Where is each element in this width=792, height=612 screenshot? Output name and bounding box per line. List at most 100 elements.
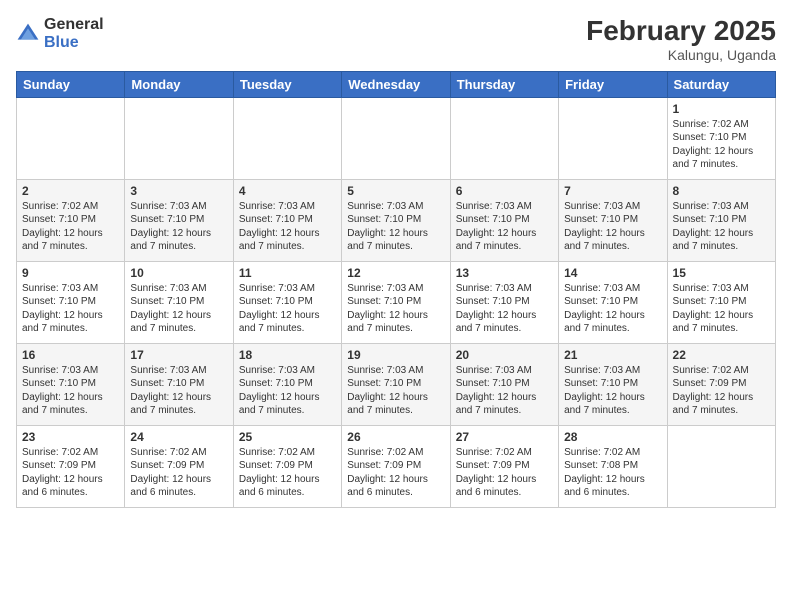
calendar-week-row: 23 Sunrise: 7:02 AM Sunset: 7:09 PM Dayli… <box>17 425 776 507</box>
calendar-day-header: Friday <box>559 71 667 97</box>
calendar-day-header: Tuesday <box>233 71 341 97</box>
day-info: Sunrise: 7:03 AM Sunset: 7:10 PM Dayligh… <box>673 200 770 254</box>
day-info: Sunrise: 7:03 AM Sunset: 7:10 PM Dayligh… <box>239 364 336 418</box>
day-number: 16 <box>22 348 119 362</box>
calendar-day-cell: 11 Sunrise: 7:03 AM Sunset: 7:10 PM Dayli… <box>233 261 341 343</box>
day-info: Sunrise: 7:02 AM Sunset: 7:08 PM Dayligh… <box>564 446 661 500</box>
calendar-day-header: Thursday <box>450 71 558 97</box>
day-info: Sunrise: 7:03 AM Sunset: 7:10 PM Dayligh… <box>347 282 444 336</box>
calendar-day-header: Saturday <box>667 71 775 97</box>
day-number: 9 <box>22 266 119 280</box>
calendar-day-cell: 23 Sunrise: 7:02 AM Sunset: 7:09 PM Dayli… <box>17 425 125 507</box>
calendar-day-header: Sunday <box>17 71 125 97</box>
day-number: 19 <box>347 348 444 362</box>
day-number: 27 <box>456 430 553 444</box>
location: Kalungu, Uganda <box>586 47 776 63</box>
calendar-header-row: SundayMondayTuesdayWednesdayThursdayFrid… <box>17 71 776 97</box>
day-info: Sunrise: 7:03 AM Sunset: 7:10 PM Dayligh… <box>130 282 227 336</box>
day-info: Sunrise: 7:02 AM Sunset: 7:10 PM Dayligh… <box>22 200 119 254</box>
calendar-day-cell: 7 Sunrise: 7:03 AM Sunset: 7:10 PM Daylig… <box>559 179 667 261</box>
day-info: Sunrise: 7:03 AM Sunset: 7:10 PM Dayligh… <box>130 200 227 254</box>
day-number: 18 <box>239 348 336 362</box>
day-info: Sunrise: 7:03 AM Sunset: 7:10 PM Dayligh… <box>347 200 444 254</box>
calendar-day-cell: 19 Sunrise: 7:03 AM Sunset: 7:10 PM Dayli… <box>342 343 450 425</box>
header: General Blue February 2025 Kalungu, Ugan… <box>16 16 776 63</box>
calendar-day-header: Monday <box>125 71 233 97</box>
calendar-week-row: 9 Sunrise: 7:03 AM Sunset: 7:10 PM Daylig… <box>17 261 776 343</box>
day-info: Sunrise: 7:02 AM Sunset: 7:09 PM Dayligh… <box>239 446 336 500</box>
calendar-day-cell: 20 Sunrise: 7:03 AM Sunset: 7:10 PM Dayli… <box>450 343 558 425</box>
day-info: Sunrise: 7:03 AM Sunset: 7:10 PM Dayligh… <box>347 364 444 418</box>
logo-text: General Blue <box>44 16 104 51</box>
day-info: Sunrise: 7:02 AM Sunset: 7:09 PM Dayligh… <box>347 446 444 500</box>
calendar-week-row: 1 Sunrise: 7:02 AM Sunset: 7:10 PM Daylig… <box>17 97 776 179</box>
day-number: 25 <box>239 430 336 444</box>
month-title: February 2025 <box>586 16 776 47</box>
calendar-day-cell: 17Sunrise: 7:03 AM Sunset: 7:10 PM Dayli… <box>125 343 233 425</box>
day-number: 10 <box>130 266 227 280</box>
day-number: 24 <box>130 430 227 444</box>
day-number: 5 <box>347 184 444 198</box>
page: General Blue February 2025 Kalungu, Ugan… <box>0 0 792 612</box>
day-number: 1 <box>673 102 770 116</box>
calendar-day-cell: 12 Sunrise: 7:03 AM Sunset: 7:10 PM Dayli… <box>342 261 450 343</box>
calendar-day-cell: 25 Sunrise: 7:02 AM Sunset: 7:09 PM Dayli… <box>233 425 341 507</box>
logo: General Blue <box>16 16 104 51</box>
day-number: 26 <box>347 430 444 444</box>
day-info: Sunrise: 7:03 AM Sunset: 7:10 PM Dayligh… <box>22 282 119 336</box>
day-info: Sunrise: 7:03 AM Sunset: 7:10 PM Dayligh… <box>456 200 553 254</box>
day-number: 4 <box>239 184 336 198</box>
calendar-day-cell: 2 Sunrise: 7:02 AM Sunset: 7:10 PM Daylig… <box>17 179 125 261</box>
day-number: 6 <box>456 184 553 198</box>
calendar-day-cell: 13Sunrise: 7:03 AM Sunset: 7:10 PM Dayli… <box>450 261 558 343</box>
day-info: Sunrise: 7:03 AM Sunset: 7:10 PM Dayligh… <box>456 364 553 418</box>
day-info: Sunrise: 7:03 AM Sunset: 7:10 PM Dayligh… <box>564 364 661 418</box>
day-number: 23 <box>22 430 119 444</box>
day-number: 3 <box>130 184 227 198</box>
day-number: 2 <box>22 184 119 198</box>
day-info: Sunrise: 7:02 AM Sunset: 7:09 PM Dayligh… <box>673 364 770 418</box>
day-number: 17 <box>130 348 227 362</box>
calendar-day-cell: 4 Sunrise: 7:03 AM Sunset: 7:10 PM Daylig… <box>233 179 341 261</box>
day-number: 8 <box>673 184 770 198</box>
calendar-day-cell: 22 Sunrise: 7:02 AM Sunset: 7:09 PM Dayli… <box>667 343 775 425</box>
calendar-day-cell: 26 Sunrise: 7:02 AM Sunset: 7:09 PM Dayli… <box>342 425 450 507</box>
day-info: Sunrise: 7:03 AM Sunset: 7:10 PM Dayligh… <box>239 200 336 254</box>
calendar-day-cell: 21 Sunrise: 7:03 AM Sunset: 7:10 PM Dayli… <box>559 343 667 425</box>
calendar-day-cell: 15Sunrise: 7:03 AM Sunset: 7:10 PM Dayli… <box>667 261 775 343</box>
day-number: 14 <box>564 266 661 280</box>
day-info: Sunrise: 7:02 AM Sunset: 7:10 PM Dayligh… <box>673 118 770 172</box>
calendar-day-cell <box>342 97 450 179</box>
day-info: Sunrise: 7:03 AM Sunset: 7:10 PM Dayligh… <box>239 282 336 336</box>
day-info: Sunrise: 7:03 AM Sunset: 7:10 PM Dayligh… <box>22 364 119 418</box>
calendar-day-cell: 5 Sunrise: 7:03 AM Sunset: 7:10 PM Daylig… <box>342 179 450 261</box>
title-block: February 2025 Kalungu, Uganda <box>586 16 776 63</box>
calendar-day-cell <box>233 97 341 179</box>
calendar-day-cell: 10 Sunrise: 7:03 AM Sunset: 7:10 PM Dayli… <box>125 261 233 343</box>
calendar-day-cell: 16 Sunrise: 7:03 AM Sunset: 7:10 PM Dayli… <box>17 343 125 425</box>
day-info: Sunrise: 7:03 AM Sunset: 7:10 PM Dayligh… <box>673 282 770 336</box>
calendar-day-cell: 27 Sunrise: 7:02 AM Sunset: 7:09 PM Dayli… <box>450 425 558 507</box>
calendar-day-cell <box>559 97 667 179</box>
calendar-day-cell <box>667 425 775 507</box>
day-info: Sunrise: 7:02 AM Sunset: 7:09 PM Dayligh… <box>22 446 119 500</box>
day-info: Sunrise: 7:03 AM Sunset: 7:10 PM Dayligh… <box>564 200 661 254</box>
logo-blue: Blue <box>44 34 104 52</box>
day-number: 21 <box>564 348 661 362</box>
day-number: 28 <box>564 430 661 444</box>
calendar-day-cell: 6 Sunrise: 7:03 AM Sunset: 7:10 PM Daylig… <box>450 179 558 261</box>
day-number: 12 <box>347 266 444 280</box>
day-info: Sunrise: 7:02 AM Sunset: 7:09 PM Dayligh… <box>456 446 553 500</box>
day-info: Sunrise: 7:02 AM Sunset: 7:09 PM Dayligh… <box>130 446 227 500</box>
calendar-day-cell: 3 Sunrise: 7:03 AM Sunset: 7:10 PM Daylig… <box>125 179 233 261</box>
logo-general: General <box>44 16 104 34</box>
day-number: 11 <box>239 266 336 280</box>
calendar-day-cell: 9 Sunrise: 7:03 AM Sunset: 7:10 PM Daylig… <box>17 261 125 343</box>
day-number: 20 <box>456 348 553 362</box>
calendar-day-cell <box>125 97 233 179</box>
calendar-table: SundayMondayTuesdayWednesdayThursdayFrid… <box>16 71 776 508</box>
calendar-day-cell: 24 Sunrise: 7:02 AM Sunset: 7:09 PM Dayli… <box>125 425 233 507</box>
calendar-week-row: 16 Sunrise: 7:03 AM Sunset: 7:10 PM Dayli… <box>17 343 776 425</box>
day-number: 7 <box>564 184 661 198</box>
day-number: 22 <box>673 348 770 362</box>
